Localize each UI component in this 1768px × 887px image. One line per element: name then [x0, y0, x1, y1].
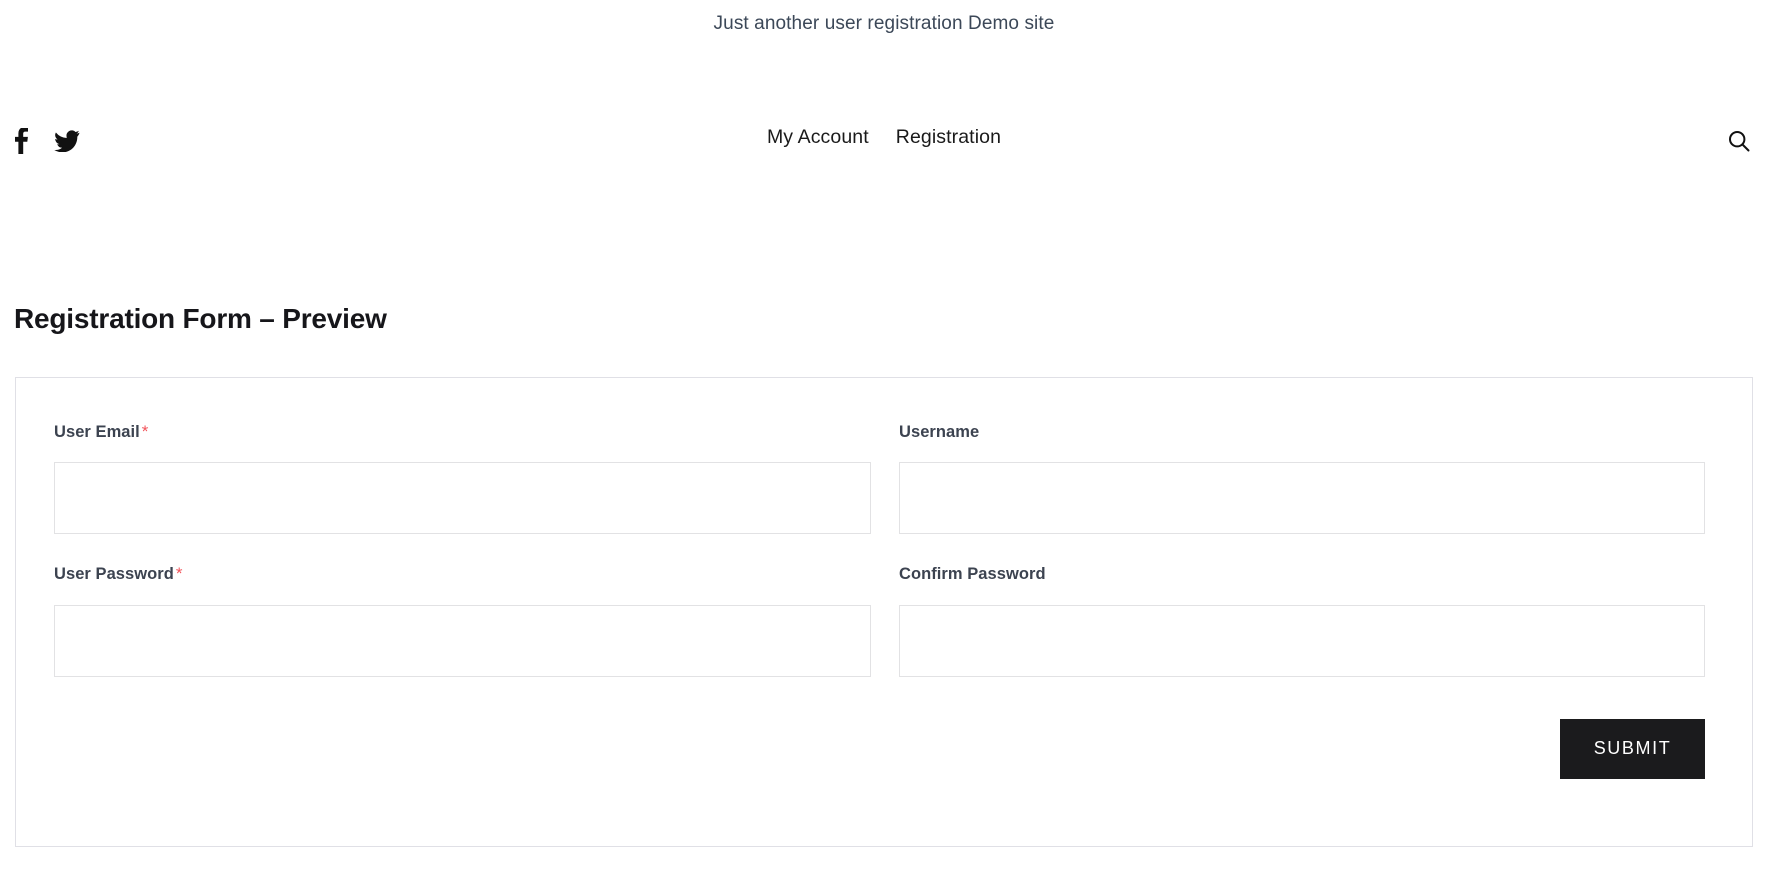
username-input[interactable] — [899, 462, 1705, 535]
field-label-username: Username — [899, 421, 1705, 443]
field-label-user-email: User Email * — [54, 421, 871, 443]
page-root: Just another user registration Demo site… — [0, 0, 1768, 887]
site-tagline-bar: Just another user registration Demo site — [0, 0, 1768, 48]
field-user-password: User Password * — [54, 563, 871, 677]
user-email-input[interactable] — [54, 462, 871, 535]
required-asterisk: * — [141, 421, 149, 441]
required-asterisk: * — [175, 564, 183, 584]
registration-form-section: Registration Form – Preview User Email * … — [0, 300, 1768, 847]
field-label-text: Username — [899, 422, 980, 441]
nav-item-my-account[interactable]: My Account — [767, 124, 869, 151]
site-header: My Account Registration — [0, 108, 1768, 198]
field-label-text: User Email — [54, 422, 140, 441]
field-label-confirm-password: Confirm Password — [899, 563, 1705, 585]
registration-form: User Email * Username User Password * Co… — [54, 421, 1705, 706]
user-password-input[interactable] — [54, 604, 871, 677]
field-label-text: Confirm Password — [899, 565, 1046, 584]
main-nav: My Account Registration — [0, 124, 1768, 151]
field-user-email: User Email * — [54, 421, 871, 535]
submit-button[interactable]: Submit — [1560, 718, 1705, 779]
registration-form-box: User Email * Username User Password * Co… — [15, 376, 1753, 847]
nav-item-registration[interactable]: Registration — [896, 124, 1001, 151]
search-icon[interactable] — [1722, 124, 1756, 158]
confirm-password-input[interactable] — [899, 604, 1705, 677]
form-actions: Submit — [54, 718, 1705, 779]
page-title: Registration Form – Preview — [14, 303, 387, 334]
field-username: Username — [899, 421, 1705, 535]
site-tagline: Just another user registration Demo site — [713, 12, 1055, 34]
field-label-user-password: User Password * — [54, 563, 871, 585]
field-confirm-password: Confirm Password — [899, 563, 1705, 677]
field-label-text: User Password — [54, 565, 174, 584]
